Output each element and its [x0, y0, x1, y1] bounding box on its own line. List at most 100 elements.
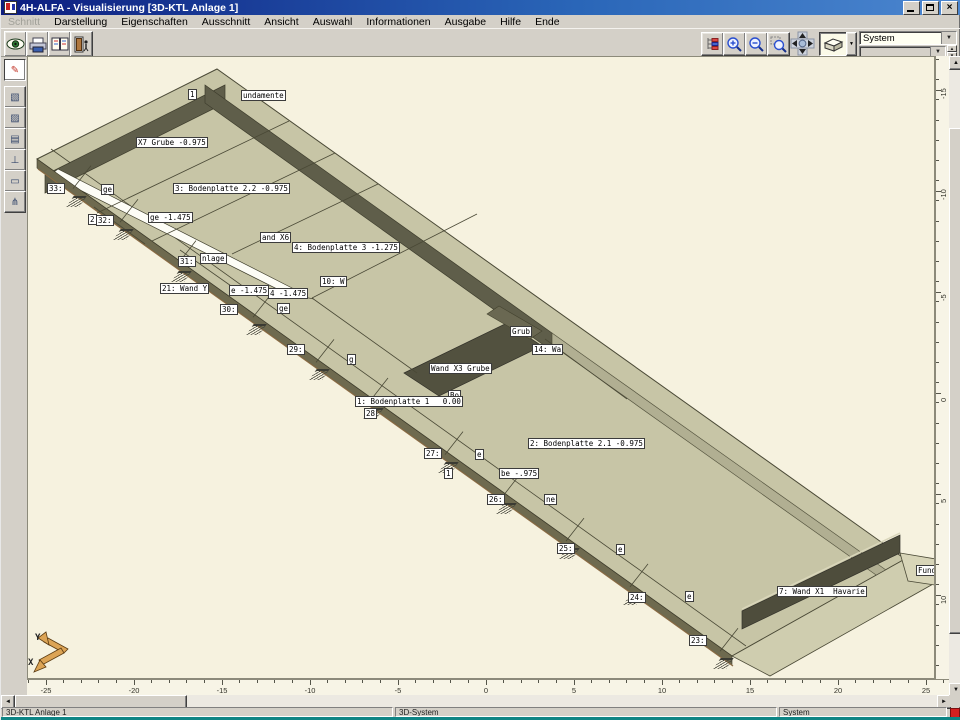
ruler-tick-label: 0 — [484, 686, 488, 695]
model-canvas[interactable]: 1undamenteX7 Grube -0.9753: Bodenplatte … — [27, 56, 935, 679]
menu-ausgabe[interactable]: Ausgabe — [445, 16, 486, 28]
menu-ansicht[interactable]: Ansicht — [264, 16, 298, 28]
support-symbol — [171, 271, 191, 282]
ruler-minor-tick — [538, 680, 539, 683]
ruler-minor-tick — [574, 680, 575, 683]
menu-eigenschaften[interactable]: Eigenschaften — [121, 16, 188, 28]
ruler-minor-tick — [380, 680, 381, 683]
scroll-down-icon: ▼ — [953, 687, 959, 693]
zoom-window-icon — [770, 36, 787, 53]
exit-button[interactable] — [70, 31, 93, 57]
model-label: ne — [544, 494, 557, 505]
ruler-minor-tick — [936, 443, 939, 444]
model-label: e — [685, 591, 694, 602]
ruler-minor-tick — [345, 680, 346, 683]
pan-control[interactable] — [789, 30, 816, 57]
menu-ausschnitt[interactable]: Ausschnitt — [202, 16, 250, 28]
projection-cube-button[interactable] — [819, 32, 847, 56]
ruler-minor-tick — [28, 680, 29, 683]
ruler-minor-tick — [936, 362, 939, 363]
model-label: 21: Wand Y — [160, 283, 209, 294]
ruler-minor-tick — [838, 680, 839, 683]
side-button-plate-view[interactable]: ▤ — [4, 128, 26, 150]
ruler-minor-tick — [98, 680, 99, 683]
ruler-minor-tick — [785, 680, 786, 683]
model-label: 24: — [628, 592, 646, 603]
menu-ende[interactable]: Ende — [535, 16, 560, 28]
maximize-button[interactable] — [922, 1, 939, 15]
tree-view-button[interactable] — [701, 32, 724, 56]
pan-cross-icon — [789, 30, 816, 57]
close-button[interactable]: × — [941, 1, 958, 15]
model-label: 31: — [178, 256, 196, 267]
chevron-down-icon: ▼ — [849, 41, 854, 47]
ruler-minor-tick — [679, 680, 680, 683]
projection-dropdown-button[interactable]: ▼ — [846, 32, 857, 56]
ruler-minor-tick — [398, 680, 399, 683]
vertical-scroll-thumb[interactable] — [949, 128, 960, 634]
close-icon: × — [947, 2, 953, 13]
chevron-down-icon[interactable]: ▼ — [941, 32, 956, 44]
ruler-minor-tick — [292, 680, 293, 683]
ruler-minor-tick — [222, 680, 223, 683]
ruler-minor-tick — [626, 680, 627, 683]
plate-view-icon: ▤ — [10, 134, 19, 145]
menu-hilfe[interactable]: Hilfe — [500, 16, 521, 28]
vertical-scrollbar[interactable]: ▲ ▼ — [949, 56, 960, 695]
ruler-tick-label: 20 — [834, 686, 842, 695]
ruler-minor-tick — [750, 680, 751, 683]
ruler-minor-tick — [936, 281, 939, 282]
ruler-minor-tick — [486, 680, 487, 683]
model-label: ge -1.475 — [148, 212, 193, 223]
side-button-supports-view[interactable]: ⊥ — [4, 149, 26, 171]
zoom-window-button[interactable] — [767, 32, 790, 56]
minimize-icon — [907, 10, 914, 12]
report-button[interactable] — [48, 31, 71, 57]
title-bar: 4H-ALFA - Visualisierung [3D-KTL Anlage … — [1, 0, 960, 15]
zoom-out-icon — [748, 36, 765, 53]
ruler-minor-tick — [936, 200, 939, 201]
model-label: 30: — [220, 304, 238, 315]
ruler-minor-tick — [732, 680, 733, 683]
side-button-solid-view[interactable]: ▧ — [4, 86, 26, 108]
ruler-minor-tick — [936, 423, 939, 424]
model-label: 23: — [689, 635, 707, 646]
side-button-tools-view[interactable]: ⋔ — [4, 191, 26, 213]
menu-schnitt[interactable]: Schnitt — [8, 16, 40, 28]
print-button[interactable] — [26, 31, 49, 57]
view-settings-button[interactable] — [4, 31, 27, 57]
menu-informationen[interactable]: Informationen — [366, 16, 430, 28]
maximize-icon — [926, 4, 934, 11]
ruler-minor-tick — [936, 625, 939, 626]
system-combobox[interactable]: System ▼ — [859, 31, 957, 45]
ruler-minor-tick — [936, 604, 939, 605]
side-button-labels-view[interactable]: ▭ — [4, 170, 26, 192]
cube-icon — [822, 36, 844, 53]
zoom-out-button[interactable] — [745, 32, 768, 56]
ruler-tick-label: 25 — [922, 686, 930, 695]
scroll-up-button[interactable]: ▲ — [949, 56, 960, 70]
ruler-minor-tick — [936, 59, 939, 60]
side-button-edit-mode[interactable]: ✎ — [4, 59, 26, 81]
zoom-in-button[interactable] — [723, 32, 746, 56]
ruler-minor-tick — [46, 680, 47, 683]
ruler-minor-tick — [936, 382, 939, 383]
system-combobox-value: System — [863, 33, 895, 44]
menu-darstellung[interactable]: Darstellung — [54, 16, 107, 28]
spin-up-icon[interactable]: ▲ — [947, 45, 957, 52]
minimize-button[interactable] — [903, 1, 920, 15]
menu-auswahl[interactable]: Auswahl — [313, 16, 353, 28]
model-label: 7: Wand X1 Havarie — [777, 586, 867, 597]
status-bar: 3D-KTL Anlage 1 3D-System System — [1, 707, 960, 717]
model-label: 26: — [487, 494, 505, 505]
model-label: ge — [101, 184, 114, 195]
side-button-hatch-view[interactable]: ▨ — [4, 107, 26, 129]
ruler-minor-tick — [644, 680, 645, 683]
printer-icon — [29, 36, 47, 53]
ruler-minor-tick — [943, 680, 944, 683]
horizontal-scrollbar[interactable]: ◄ ► — [1, 695, 949, 707]
window-title: 4H-ALFA - Visualisierung [3D-KTL Anlage … — [20, 2, 238, 14]
ruler-tick-label: -5 — [395, 686, 402, 695]
model-label: g — [347, 354, 356, 365]
solid-view-icon: ▧ — [10, 92, 19, 103]
